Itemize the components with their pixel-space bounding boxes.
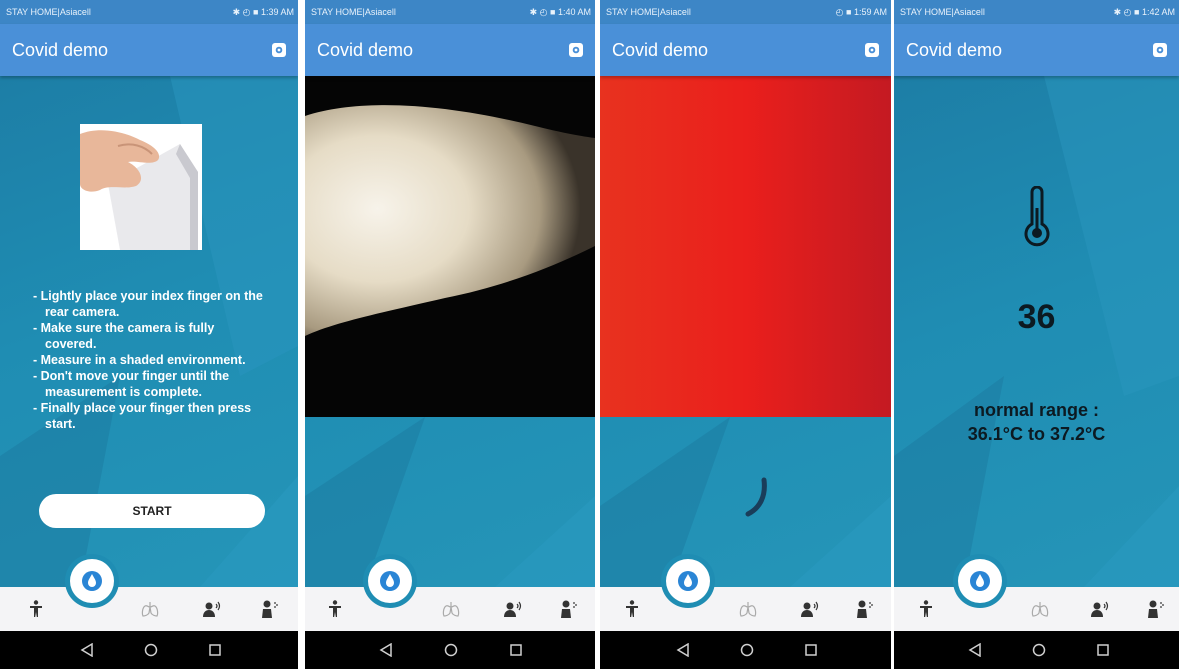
instruction-line: - Lightly place your index finger on the… bbox=[33, 289, 263, 319]
person-icon[interactable] bbox=[24, 597, 48, 621]
status-bar: STAY HOME|Asiacell ✱ ◴ ■ 1:42 AM bbox=[894, 0, 1179, 24]
app-title: Covid demo bbox=[906, 39, 1003, 60]
app-title: Covid demo bbox=[317, 39, 414, 60]
normal-range-values: 36.1°C to 37.2°C bbox=[967, 424, 1106, 444]
sneeze-icon[interactable] bbox=[1144, 597, 1168, 621]
app-bar: Covid demo bbox=[0, 24, 298, 76]
settings-icon[interactable] bbox=[863, 41, 881, 59]
instruction-line: - Measure in a shaded environment. bbox=[33, 353, 246, 367]
status-icons: ✱ ◴ ■ 1:42 AM bbox=[1113, 6, 1175, 17]
content-area bbox=[305, 76, 595, 587]
camera-preview bbox=[305, 76, 595, 417]
system-navigation-bar bbox=[305, 631, 595, 669]
blood-drop-icon[interactable] bbox=[958, 559, 1002, 603]
temperature-value: 36 bbox=[1017, 298, 1056, 336]
content-area: 36 normal range : 36.1°C to 37.2°C bbox=[894, 76, 1179, 587]
app-bar: Covid demo bbox=[600, 24, 891, 76]
cough-icon[interactable] bbox=[200, 597, 224, 621]
home-icon[interactable] bbox=[442, 641, 460, 659]
cough-icon[interactable] bbox=[798, 597, 822, 621]
recents-icon[interactable] bbox=[206, 641, 224, 659]
home-icon[interactable] bbox=[738, 641, 756, 659]
recents-icon[interactable] bbox=[507, 641, 525, 659]
home-icon[interactable] bbox=[142, 641, 160, 659]
bottom-navigation bbox=[894, 559, 1179, 631]
settings-icon[interactable] bbox=[567, 41, 585, 59]
thermometer-icon bbox=[1024, 186, 1050, 247]
lungs-icon[interactable] bbox=[736, 597, 760, 621]
cough-icon[interactable] bbox=[1088, 597, 1112, 621]
system-navigation-bar bbox=[600, 631, 891, 669]
status-icons: ◴ ■ 1:59 AM bbox=[835, 6, 887, 17]
cough-icon[interactable] bbox=[501, 597, 525, 621]
carrier-label: STAY HOME|Asiacell bbox=[311, 7, 396, 17]
carrier-label: STAY HOME|Asiacell bbox=[606, 7, 691, 17]
lungs-icon[interactable] bbox=[138, 597, 162, 621]
lungs-icon[interactable] bbox=[439, 597, 463, 621]
instruction-line: - Don't move your finger until the measu… bbox=[33, 369, 230, 399]
app-title: Covid demo bbox=[612, 39, 709, 60]
status-icons: ✱ ◴ ■ 1:40 AM bbox=[529, 6, 591, 17]
screen-result: STAY HOME|Asiacell ✱ ◴ ■ 1:42 AM Covid d… bbox=[894, 0, 1179, 669]
status-bar: STAY HOME|Asiacell ◴ ■ 1:59 AM bbox=[600, 0, 891, 24]
blood-drop-icon[interactable] bbox=[70, 559, 114, 603]
screen-instructions: STAY HOME|Asiacell ✱ ◴ ■ 1:39 AM Covid d… bbox=[0, 0, 298, 669]
app-title: Covid demo bbox=[12, 39, 109, 60]
carrier-label: STAY HOME|Asiacell bbox=[900, 7, 985, 17]
status-time: 1:39 AM bbox=[260, 6, 294, 17]
blood-drop-icon[interactable] bbox=[368, 559, 412, 603]
camera-preview-red bbox=[600, 76, 891, 417]
normal-range: normal range : 36.1°C to 37.2°C bbox=[894, 398, 1179, 446]
app-bar: Covid demo bbox=[305, 24, 595, 76]
bottom-navigation bbox=[600, 559, 891, 631]
app-bar: Covid demo bbox=[894, 24, 1179, 76]
status-bar: STAY HOME|Asiacell ✱ ◴ ■ 1:40 AM bbox=[305, 0, 595, 24]
screen-measuring: STAY HOME|Asiacell ◴ ■ 1:59 AM Covid dem… bbox=[600, 0, 891, 669]
person-icon[interactable] bbox=[323, 597, 347, 621]
settings-icon[interactable] bbox=[270, 41, 288, 59]
normal-range-label: normal range : bbox=[973, 400, 1100, 420]
phone-in-hand-illustration bbox=[80, 124, 202, 250]
start-button[interactable]: START bbox=[39, 494, 265, 528]
sneeze-icon[interactable] bbox=[557, 597, 581, 621]
system-navigation-bar bbox=[0, 631, 298, 669]
instruction-line: - Finally place your finger then press s… bbox=[33, 401, 252, 431]
status-time: 1:40 AM bbox=[557, 6, 591, 17]
content-area: - Lightly place your index finger on the… bbox=[0, 76, 298, 587]
recents-icon[interactable] bbox=[1094, 641, 1112, 659]
lungs-icon[interactable] bbox=[1028, 597, 1052, 621]
settings-icon[interactable] bbox=[1151, 41, 1169, 59]
status-bar: STAY HOME|Asiacell ✱ ◴ ■ 1:39 AM bbox=[0, 0, 298, 24]
instruction-line: - Make sure the camera is fully covered. bbox=[33, 321, 215, 351]
back-icon[interactable] bbox=[966, 641, 984, 659]
back-icon[interactable] bbox=[78, 641, 96, 659]
content-area bbox=[600, 76, 891, 587]
home-icon[interactable] bbox=[1030, 641, 1048, 659]
person-icon[interactable] bbox=[914, 597, 938, 621]
status-time: 1:59 AM bbox=[853, 6, 887, 17]
bottom-navigation bbox=[305, 559, 595, 631]
blood-drop-icon[interactable] bbox=[666, 559, 710, 603]
person-icon[interactable] bbox=[620, 597, 644, 621]
status-time: 1:42 AM bbox=[1141, 6, 1175, 17]
status-icons: ✱ ◴ ■ 1:39 AM bbox=[232, 6, 294, 17]
sneeze-icon[interactable] bbox=[258, 597, 282, 621]
back-icon[interactable] bbox=[377, 641, 395, 659]
screen-camera-preview: STAY HOME|Asiacell ✱ ◴ ■ 1:40 AM Covid d… bbox=[305, 0, 595, 669]
back-icon[interactable] bbox=[674, 641, 692, 659]
bottom-navigation bbox=[0, 559, 298, 631]
recents-icon[interactable] bbox=[802, 641, 820, 659]
carrier-label: STAY HOME|Asiacell bbox=[6, 7, 91, 17]
loading-spinner bbox=[745, 477, 767, 517]
sneeze-icon[interactable] bbox=[853, 597, 877, 621]
instructions-text: - Lightly place your index finger on the… bbox=[33, 288, 263, 432]
system-navigation-bar bbox=[894, 631, 1179, 669]
